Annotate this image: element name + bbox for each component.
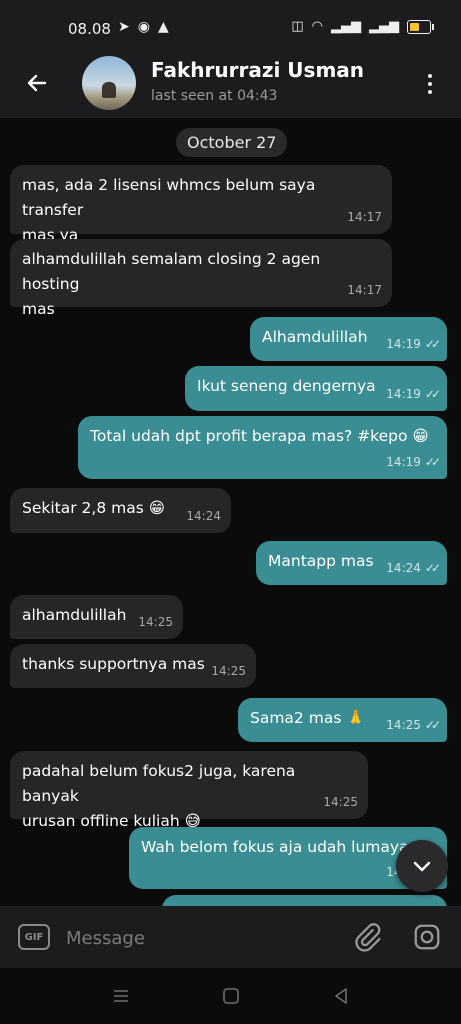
- message-time: 14:25: [386, 718, 421, 732]
- gif-button[interactable]: GIF: [18, 924, 50, 950]
- status-system-icons: ◫ ◠ ▂▄▆ ▂▄▆: [291, 19, 434, 34]
- message-time: 14:17: [347, 283, 382, 297]
- message-incoming[interactable]: thanks supportnya mas 14:25: [10, 644, 256, 688]
- message-outgoing[interactable]: Total udah dpt profit berapa mas? #kepo …: [78, 416, 447, 479]
- read-check-icon: ✓✓: [424, 561, 441, 575]
- more-menu-button[interactable]: [415, 68, 445, 100]
- message-time: 14:19: [386, 337, 421, 351]
- chat-header: Fakhrurrazi Usman last seen at 04:43: [0, 50, 461, 118]
- message-outgoing[interactable]: Sama2 mas 🙏 14:25 ✓✓: [238, 698, 447, 742]
- message-time: 14:25: [323, 795, 358, 809]
- attach-button[interactable]: [352, 922, 382, 952]
- contact-name[interactable]: Fakhrurrazi Usman: [151, 58, 364, 82]
- read-check-icon: ✓✓: [424, 337, 441, 351]
- message-incoming[interactable]: mas, ada 2 lisensi whmcs belum saya tran…: [10, 165, 392, 244]
- recent-apps-icon[interactable]: [110, 986, 132, 1006]
- message-time: 14:24: [186, 509, 221, 523]
- message-incoming[interactable]: Sekitar 2,8 mas 😁 14:24: [10, 488, 231, 533]
- message-time: 14:24: [386, 561, 421, 575]
- back-button[interactable]: [22, 68, 52, 98]
- signal-icon-2: ▂▄▆: [369, 19, 399, 34]
- system-navigation-bar: [0, 968, 461, 1024]
- message-time: 14:19: [386, 387, 421, 401]
- chrome-icon: ◉: [137, 19, 150, 35]
- message-time: 14:17: [347, 210, 382, 224]
- camera-icon: [414, 924, 440, 950]
- back-nav-icon[interactable]: [330, 986, 352, 1006]
- status-bar: 08.08 ➤ ◉ ▲ ◫ ◠ ▂▄▆ ▂▄▆: [0, 0, 461, 50]
- more-vertical-icon: [428, 74, 432, 78]
- battery-icon: [407, 19, 434, 34]
- message-incoming[interactable]: alhamdulillah semalam closing 2 agen hos…: [10, 239, 392, 318]
- home-icon[interactable]: [220, 986, 242, 1006]
- chevron-down-icon: [413, 861, 431, 872]
- message-time: 14:25: [138, 615, 173, 629]
- paperclip-icon: [355, 923, 381, 952]
- arrow-left-icon: [27, 74, 47, 92]
- vibrate-icon: ◫: [291, 19, 304, 34]
- signal-icon: ▂▄▆: [331, 19, 361, 34]
- camera-button[interactable]: [412, 922, 442, 952]
- message-outgoing[interactable]: Ikut seneng dengernya 14:19 ✓✓: [185, 366, 447, 411]
- avatar[interactable]: [82, 56, 136, 110]
- message-incoming[interactable]: padahal belum fokus2 juga, karena banyak…: [10, 751, 368, 830]
- message-outgoing-partial[interactable]: [162, 895, 447, 906]
- message-outgoing[interactable]: Mantapp mas 14:24 ✓✓: [256, 541, 447, 585]
- status-time: 08.08: [68, 20, 111, 38]
- message-outgoing[interactable]: Alhamdulillah 14:19 ✓✓: [250, 317, 447, 361]
- wifi-icon: ◠: [311, 19, 323, 34]
- message-incoming[interactable]: alhamdulillah 14:25: [10, 595, 183, 639]
- message-input[interactable]: [64, 920, 338, 956]
- warning-icon: ▲: [157, 19, 169, 35]
- message-list[interactable]: October 27 mas, ada 2 lisensi whmcs belu…: [0, 118, 461, 906]
- last-seen-status: last seen at 04:43: [151, 88, 278, 104]
- read-check-icon: ✓✓: [424, 455, 441, 469]
- date-separator: October 27: [176, 128, 288, 157]
- scroll-down-button[interactable]: [396, 840, 448, 892]
- status-notification-icons: ➤ ◉ ▲: [118, 19, 169, 35]
- read-check-icon: ✓✓: [424, 387, 441, 401]
- composer-bar: GIF: [0, 906, 461, 968]
- telegram-icon: ➤: [118, 19, 130, 35]
- message-time: 14:19: [386, 455, 421, 469]
- read-check-icon: ✓✓: [424, 718, 441, 732]
- message-time: 14:25: [211, 664, 246, 678]
